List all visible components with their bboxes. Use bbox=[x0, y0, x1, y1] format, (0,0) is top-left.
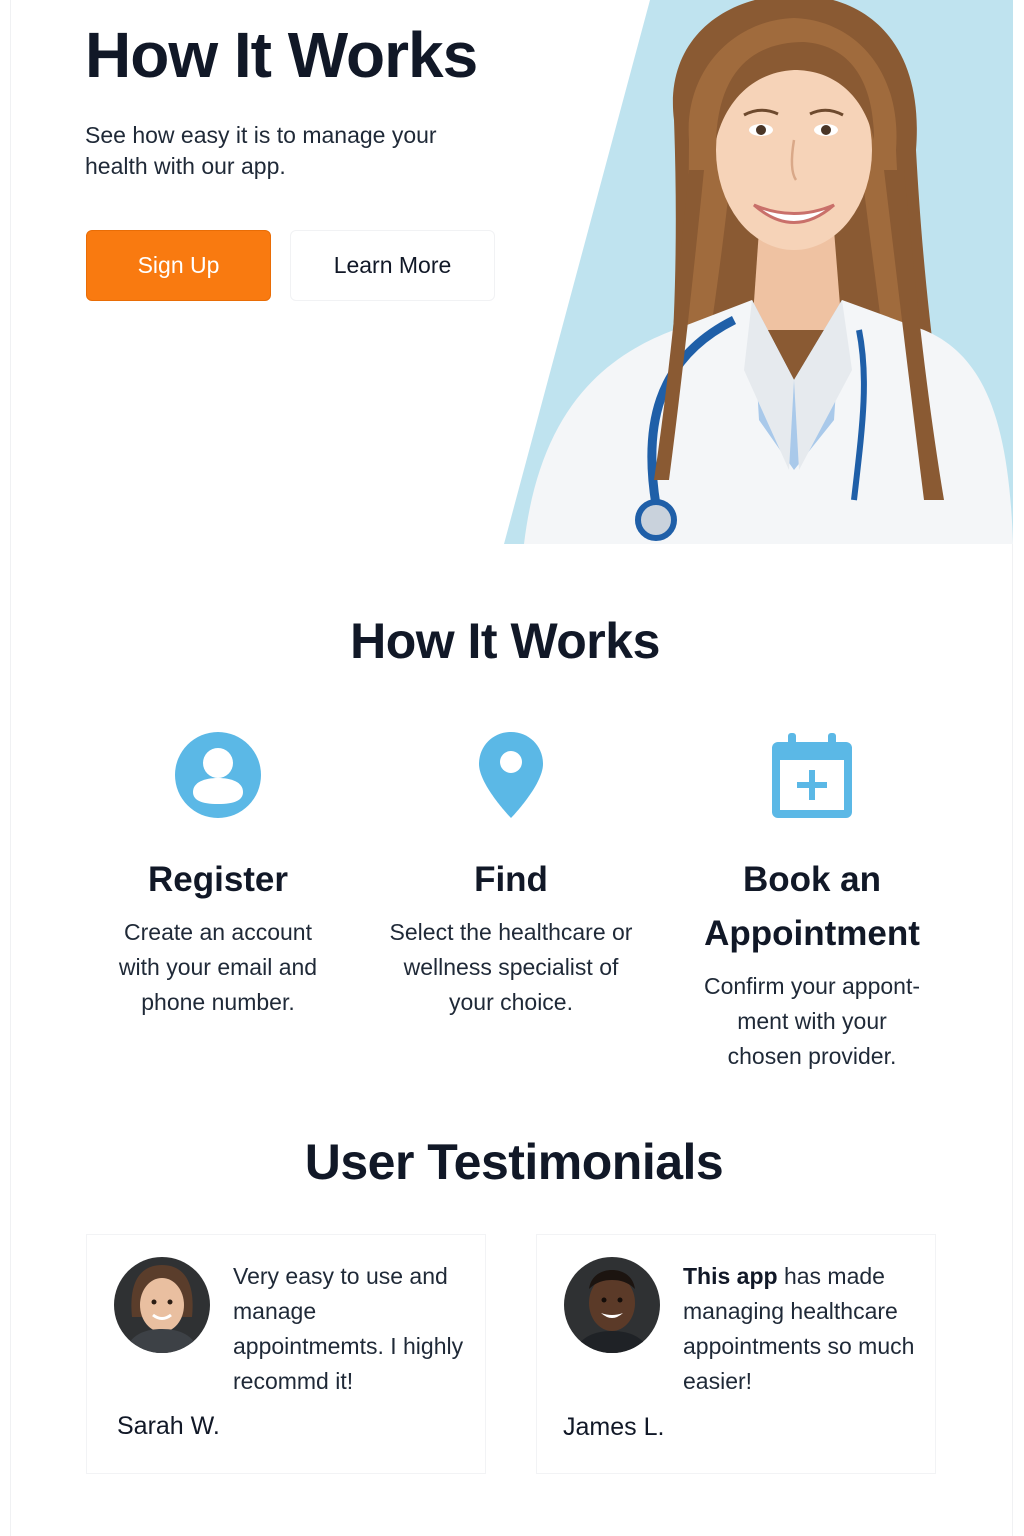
step-description: Confirm your appont-ment with your chose… bbox=[703, 973, 921, 1069]
step-title: Find bbox=[474, 860, 548, 899]
doctor-hero-image bbox=[504, 0, 1013, 544]
user-icon bbox=[175, 732, 261, 818]
testimonial-quote: Very easy to use and manage appointmemts… bbox=[233, 1263, 464, 1394]
learn-more-button[interactable]: Learn More bbox=[290, 230, 495, 301]
testimonial-quote: This app has made managing healthcare ap… bbox=[683, 1259, 923, 1399]
testimonial-author: Sarah W. bbox=[117, 1412, 220, 1440]
testimonial-card: This app has made managing healthcare ap… bbox=[536, 1234, 936, 1474]
avatar bbox=[114, 1257, 210, 1353]
calendar-plus-icon bbox=[772, 733, 852, 818]
avatar bbox=[564, 1257, 660, 1353]
step-register: Register Create an account with your ema… bbox=[88, 730, 348, 1020]
location-pin-icon bbox=[479, 732, 543, 818]
testimonials-title: User Testimonials bbox=[304, 1134, 724, 1190]
step-book: Book an Appointment Confirm your appont-… bbox=[682, 730, 942, 1074]
step-description: Select the healthcare or wellness specia… bbox=[389, 919, 633, 1015]
step-title: Book an Appointment bbox=[704, 860, 920, 953]
hero-subtitle: See how easy it is to manage your health… bbox=[85, 122, 437, 179]
step-title: Register bbox=[147, 860, 289, 899]
how-it-works-title: How It Works bbox=[350, 613, 660, 669]
hero-title: How It Works bbox=[85, 19, 478, 91]
testimonial-author: James L. bbox=[563, 1413, 665, 1441]
hero-section: How It Works See how easy it is to manag… bbox=[0, 0, 1024, 544]
testimonial-quote-bold: This app bbox=[683, 1263, 778, 1289]
sign-up-button[interactable]: Sign Up bbox=[86, 230, 271, 301]
step-find: Find Select the healthcare or wellness s… bbox=[381, 730, 641, 1020]
testimonial-card: Very easy to use and manage appointmemts… bbox=[86, 1234, 486, 1474]
step-description: Create an account with your email and ph… bbox=[118, 919, 318, 1015]
